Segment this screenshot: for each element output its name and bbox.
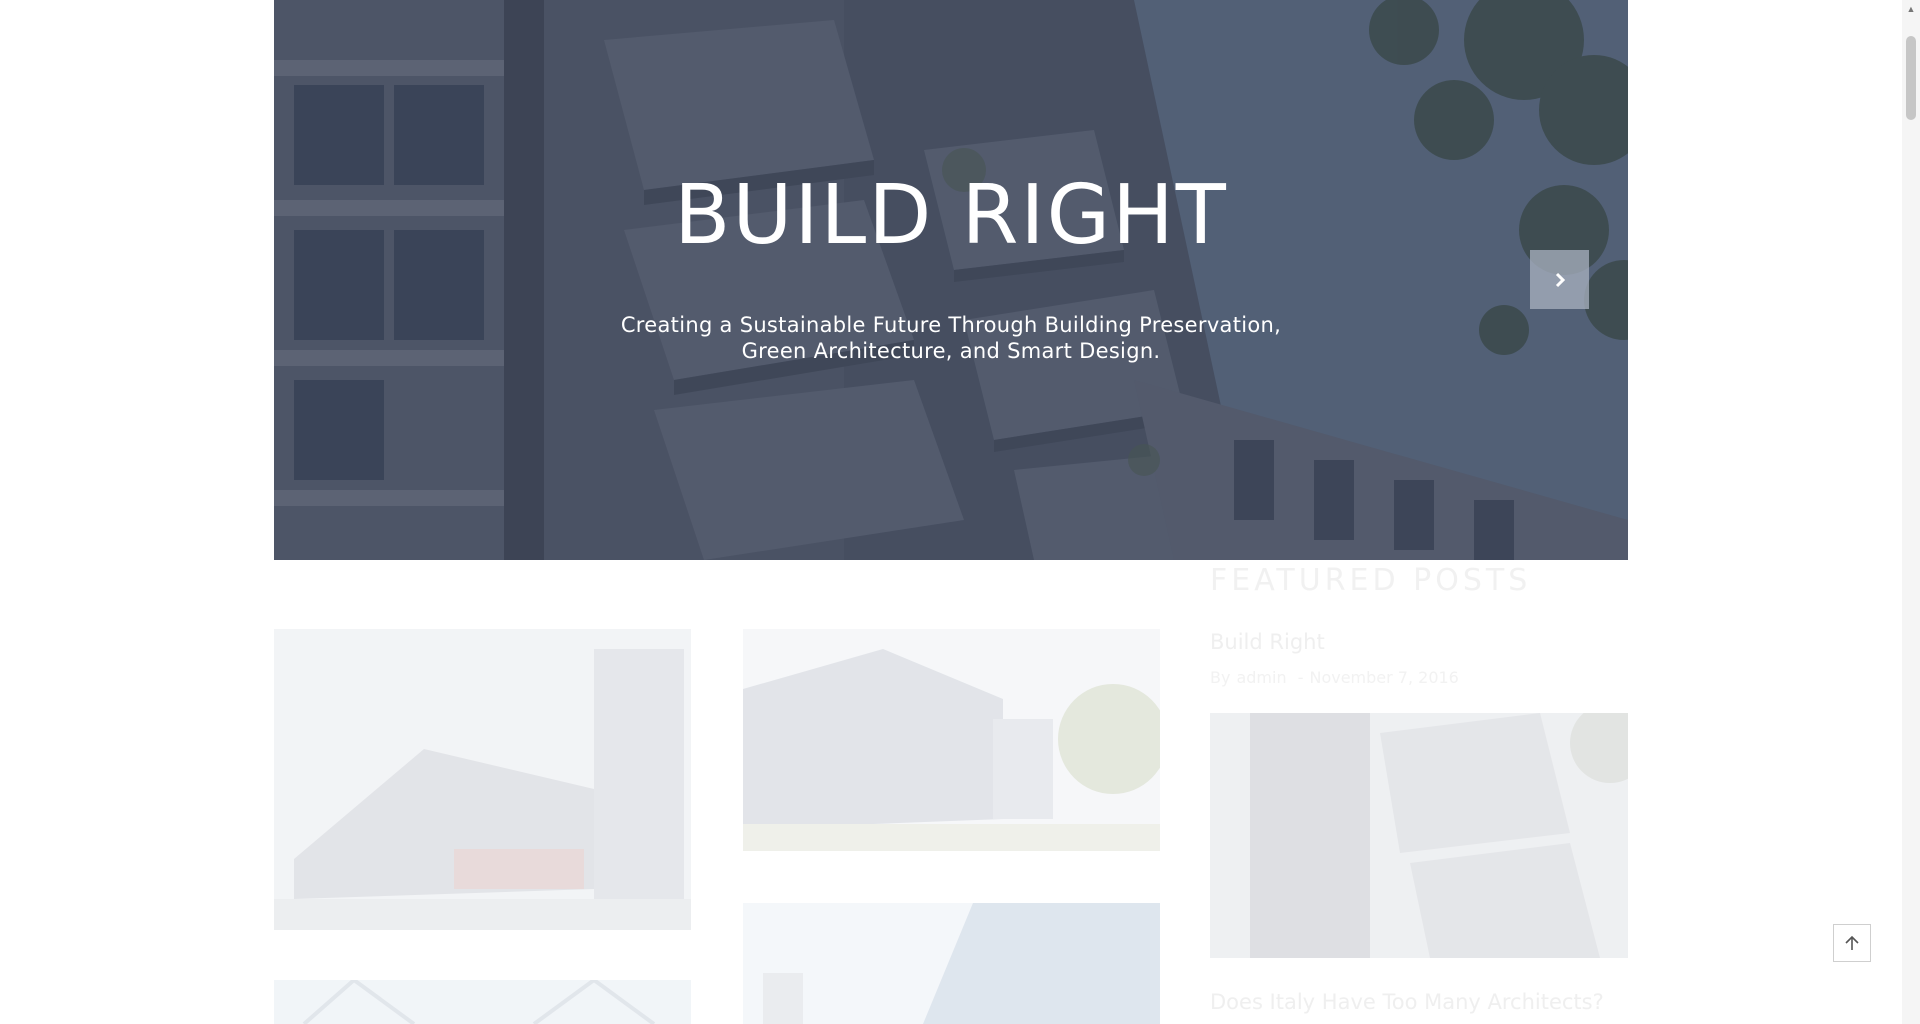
featured-post-image [1210,713,1628,958]
back-to-top-button[interactable] [1833,924,1871,962]
featured-posts-heading: FEATURED POSTS [1210,563,1532,598]
featured-post-title-2[interactable]: Does Italy Have Too Many Architects? [1210,990,1604,1014]
post-thumbnail-image [743,629,1160,851]
scrollbar-thumb[interactable] [1906,36,1916,120]
page-scrollbar[interactable]: ▲ [1902,0,1920,1024]
post-thumbnail-1[interactable] [274,629,691,930]
post-thumbnail-image [274,980,691,1024]
arrow-up-icon [1845,935,1859,950]
post-thumbnail-image [743,903,1160,1024]
hero-slider: BUILD RIGHT Creating a Sustainable Futur… [274,0,1628,560]
featured-post-meta: By admin - November 7, 2016 [1210,668,1465,687]
chevron-right-icon [1555,272,1565,287]
featured-post-image-1[interactable] [1210,713,1628,958]
hero-subtitle: Creating a Sustainable Future Through Bu… [274,312,1628,364]
hero-subtitle-line2: Green Architecture, and Smart Design. [741,339,1161,363]
post-thumbnail-4[interactable] [743,903,1160,1024]
hero-overlay [274,0,1628,560]
hero-title: BUILD RIGHT [674,168,1228,263]
scroll-up-arrow-icon[interactable]: ▲ [1902,0,1920,18]
post-thumbnail-image [274,629,691,930]
post-date: November 7, 2016 [1309,668,1459,687]
hero-subtitle-line1: Creating a Sustainable Future Through Bu… [620,313,1282,337]
post-meta-by: By [1210,668,1231,687]
post-meta-separator: - [1297,668,1304,687]
post-thumbnail-2[interactable] [743,629,1160,851]
post-thumbnail-3[interactable] [274,980,691,1024]
featured-post-title-1[interactable]: Build Right [1210,630,1325,654]
post-author-link[interactable]: admin [1236,668,1286,687]
slider-next-button[interactable] [1530,250,1589,309]
